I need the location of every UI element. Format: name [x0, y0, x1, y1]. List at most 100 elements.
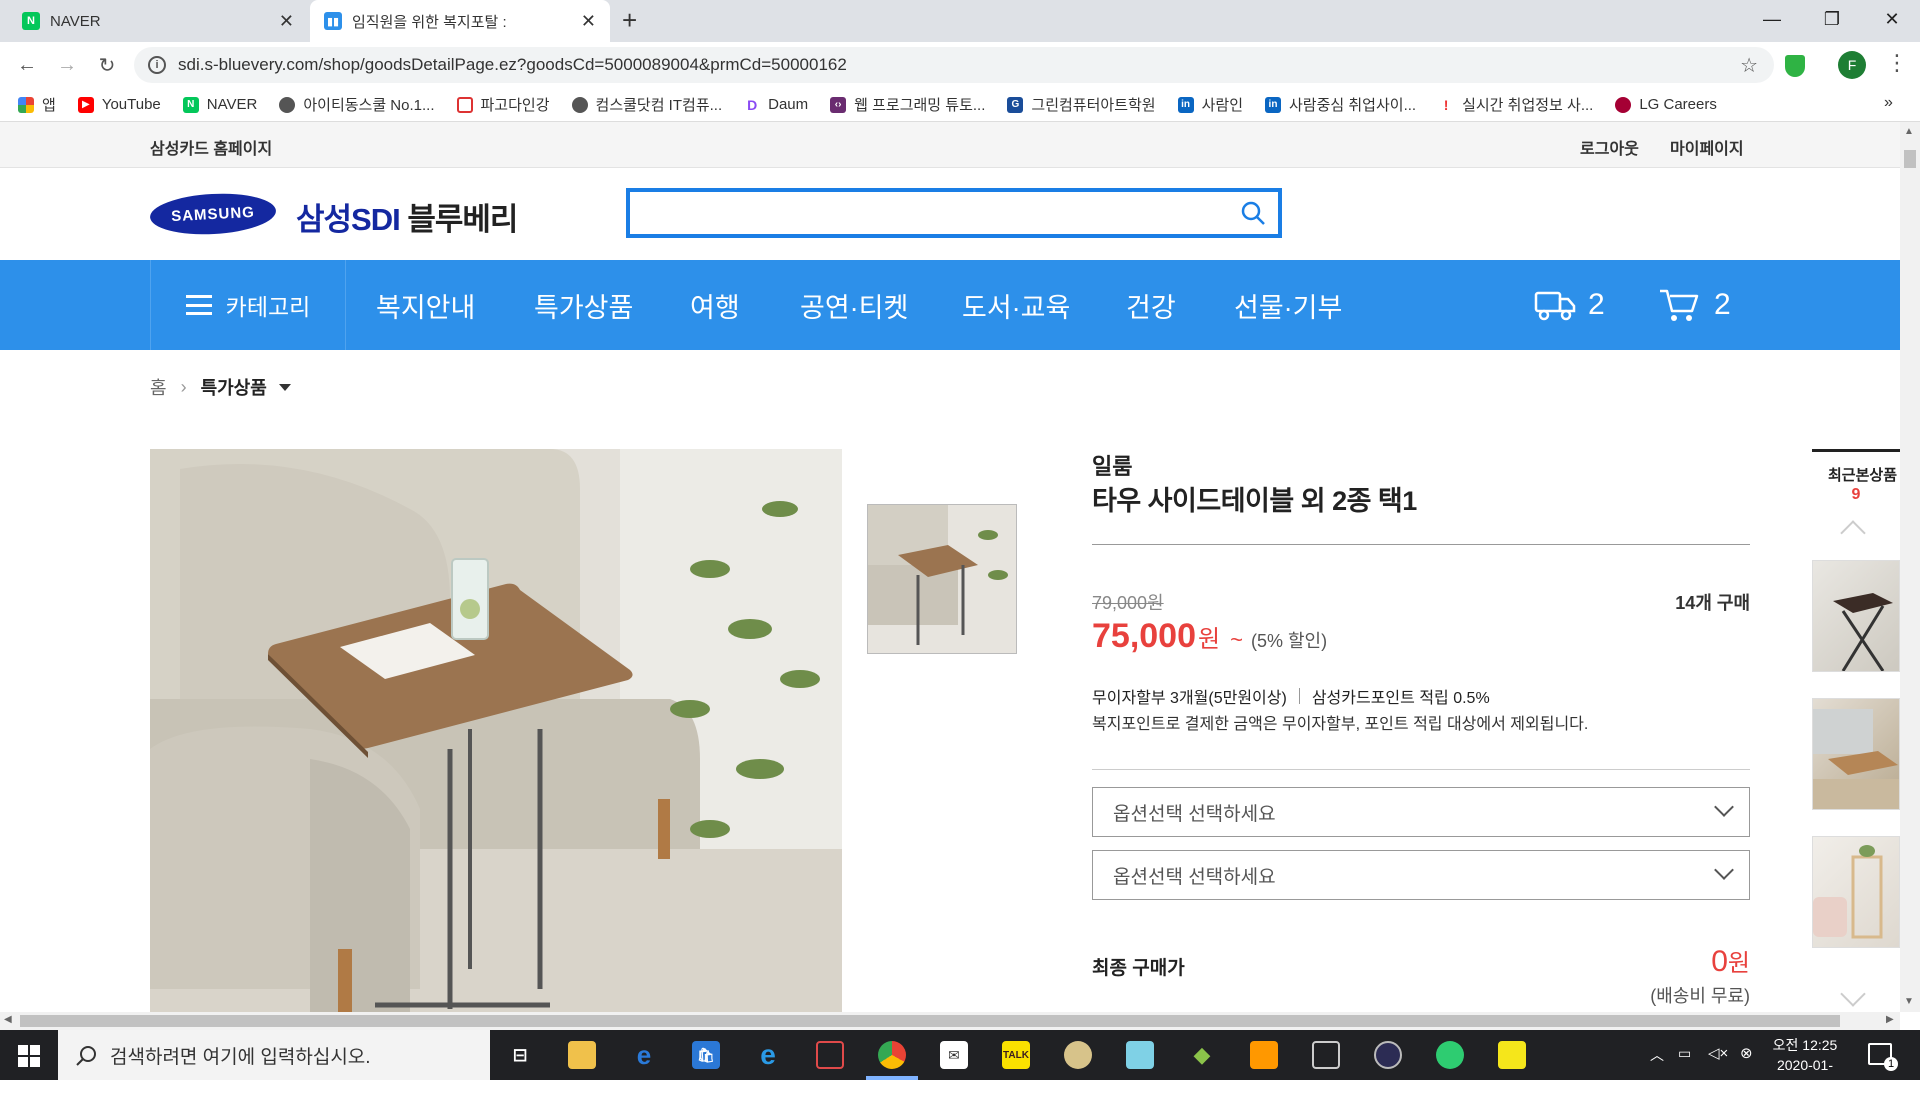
search-input[interactable]: [630, 192, 1210, 234]
option-select-1[interactable]: 옵션선택 선택하세요: [1092, 787, 1750, 837]
bookmark-label: YouTube: [101, 96, 161, 113]
eclipse-icon[interactable]: [1374, 1041, 1402, 1069]
bookmarks-more-icon[interactable]: »: [1884, 94, 1893, 112]
nav-shows-tickets[interactable]: 공연·티켓: [800, 260, 908, 350]
main-navigation: 카테고리 복지안내 특가상품 여행 공연·티켓 도서·교육 건강 선물·기부 2…: [0, 260, 1900, 350]
bookmark-pagoda[interactable]: 파고다인강: [456, 94, 550, 115]
internet-explorer-icon[interactable]: e: [754, 1039, 782, 1070]
bookmark-itdong[interactable]: 아이티동스쿨 No.1...: [279, 94, 435, 115]
breadcrumb-home[interactable]: 홈: [150, 374, 167, 400]
scroll-left-arrow-icon[interactable]: ◀: [4, 1014, 12, 1025]
bookmark-youtube[interactable]: ▶ YouTube: [77, 96, 161, 113]
tab-welfare-portal[interactable]: ▮▮ 임직원을 위한 복지포탈 : ✕: [310, 0, 610, 42]
mypage-link[interactable]: 마이페이지: [1670, 135, 1744, 159]
sticky-notes-icon[interactable]: [1498, 1041, 1526, 1069]
profile-avatar[interactable]: F: [1838, 51, 1866, 79]
nav-special-deals[interactable]: 특가상품: [534, 260, 633, 350]
logout-link[interactable]: 로그아웃: [1580, 135, 1639, 159]
product-main-image[interactable]: [150, 449, 842, 1012]
category-menu-button[interactable]: 카테고리: [150, 260, 346, 350]
clock[interactable]: 오전 12:25 2020-01-30: [1770, 1035, 1840, 1095]
nav-gift-donation[interactable]: 선물·기부: [1234, 260, 1342, 350]
sublime-icon[interactable]: [1250, 1041, 1278, 1069]
android-icon[interactable]: ◆: [1188, 1041, 1216, 1069]
nav-travel[interactable]: 여행: [690, 260, 740, 350]
bookmark-realtime-jobs[interactable]: ! 실시간 취업정보 사...: [1438, 94, 1593, 115]
store-icon[interactable]: 🛍: [692, 1041, 720, 1069]
scrollbar-thumb[interactable]: [20, 1015, 1840, 1027]
search-icon[interactable]: [1240, 200, 1266, 226]
nav-books-education[interactable]: 도서·교육: [962, 260, 1070, 350]
notification-center-icon[interactable]: 1: [1868, 1043, 1898, 1071]
search-box[interactable]: [626, 188, 1282, 238]
tab-naver[interactable]: N NAVER ✕: [8, 0, 308, 42]
shield-extension-icon[interactable]: [1785, 55, 1805, 77]
caret-down-icon[interactable]: [278, 383, 291, 391]
notepad-icon[interactable]: [1126, 1041, 1154, 1069]
file-explorer-icon[interactable]: [568, 1041, 596, 1069]
site-brand[interactable]: 삼성SDI 블루베리: [296, 194, 518, 239]
sync-app-icon[interactable]: [816, 1041, 844, 1069]
bookmark-webprog[interactable]: ‹› 웹 프로그래밍 튜토...: [830, 94, 985, 115]
reload-icon[interactable]: ↻: [92, 50, 122, 80]
window-close-icon[interactable]: ✕: [1862, 0, 1920, 38]
back-arrow-icon[interactable]: ←: [12, 50, 42, 80]
address-bar[interactable]: i sdi.s-bluevery.com/shop/goodsDetailPag…: [134, 47, 1774, 83]
minimize-icon[interactable]: —: [1742, 0, 1802, 38]
chevron-down-icon[interactable]: [1840, 981, 1866, 1007]
chrome-icon[interactable]: [878, 1041, 906, 1069]
nav-health[interactable]: 건강: [1126, 260, 1176, 350]
recent-item[interactable]: [1812, 698, 1900, 810]
divider: [1092, 769, 1750, 770]
maximize-icon[interactable]: ❐: [1802, 0, 1862, 38]
cart-button[interactable]: 2: [1658, 260, 1731, 350]
bookmark-saram-jobs[interactable]: in 사람중심 취업사이...: [1265, 94, 1416, 115]
samsung-logo[interactable]: SAMSUNG: [149, 190, 277, 238]
scroll-right-arrow-icon[interactable]: ▶: [1886, 1014, 1894, 1025]
breadcrumb-current[interactable]: 특가상품: [201, 374, 267, 400]
bookmark-apps[interactable]: 앱: [18, 94, 56, 115]
mail-icon[interactable]: ✉: [940, 1041, 968, 1069]
volume-muted-icon[interactable]: ◁×: [1708, 1044, 1728, 1062]
option-select-2[interactable]: 옵션선택 선택하세요: [1092, 850, 1750, 900]
bookmark-naver[interactable]: N NAVER: [182, 96, 257, 113]
image-viewer-icon[interactable]: [1312, 1041, 1340, 1069]
bookmark-lg-careers[interactable]: LG Careers: [1615, 96, 1717, 113]
scrollbar-thumb[interactable]: [1904, 150, 1916, 168]
bookmark-green[interactable]: G 그린컴퓨터아트학원: [1007, 94, 1156, 115]
chevron-right-icon: ›: [180, 376, 187, 397]
edge-icon[interactable]: e: [630, 1040, 658, 1070]
bookmark-daum[interactable]: D Daum: [744, 96, 808, 113]
atom-icon[interactable]: [1436, 1041, 1464, 1069]
horizontal-scrollbar[interactable]: ◀ ▶: [0, 1012, 1900, 1030]
samsung-card-home-link[interactable]: 삼성카드 홈페이지: [150, 135, 272, 159]
chevron-up-icon[interactable]: ︿: [1650, 1045, 1664, 1065]
taskbar-search[interactable]: 검색하려면 여기에 입력하십시오.: [58, 1030, 490, 1080]
forward-arrow-icon[interactable]: →: [52, 50, 82, 80]
bookmark-saramin[interactable]: in 사람인: [1177, 94, 1243, 115]
chevron-up-icon[interactable]: [1840, 520, 1866, 546]
close-icon[interactable]: ✕: [581, 11, 596, 32]
delivery-button[interactable]: 2: [1534, 260, 1605, 350]
location-icon: !: [1438, 96, 1455, 113]
recent-item[interactable]: [1812, 560, 1900, 672]
close-icon[interactable]: ✕: [279, 11, 294, 32]
task-view-icon[interactable]: ⊟: [506, 1041, 534, 1069]
vertical-scrollbar[interactable]: ▲ ▼: [1900, 122, 1920, 1012]
paint-icon[interactable]: [1064, 1041, 1092, 1069]
ime-icon[interactable]: ⊗: [1740, 1044, 1753, 1062]
nav-welfare-info[interactable]: 복지안내: [376, 260, 475, 350]
product-thumbnail[interactable]: [867, 504, 1017, 654]
scroll-up-arrow-icon[interactable]: ▲: [1904, 126, 1914, 137]
menu-dots-icon[interactable]: ⋮: [1886, 50, 1908, 76]
new-tab-button[interactable]: +: [622, 5, 637, 36]
info-icon[interactable]: i: [148, 56, 166, 74]
bookmark-star-icon[interactable]: ☆: [1740, 53, 1758, 78]
battery-icon[interactable]: ▭: [1678, 1045, 1691, 1062]
recent-item[interactable]: [1812, 836, 1900, 948]
kakaotalk-icon[interactable]: TALK: [1002, 1041, 1030, 1069]
scroll-down-arrow-icon[interactable]: ▼: [1904, 996, 1914, 1007]
product-brand[interactable]: 일룸: [1092, 449, 1132, 481]
bookmark-comschool[interactable]: 컴스쿨닷컴 IT컴퓨...: [571, 94, 722, 115]
windows-start-icon[interactable]: [18, 1045, 40, 1067]
